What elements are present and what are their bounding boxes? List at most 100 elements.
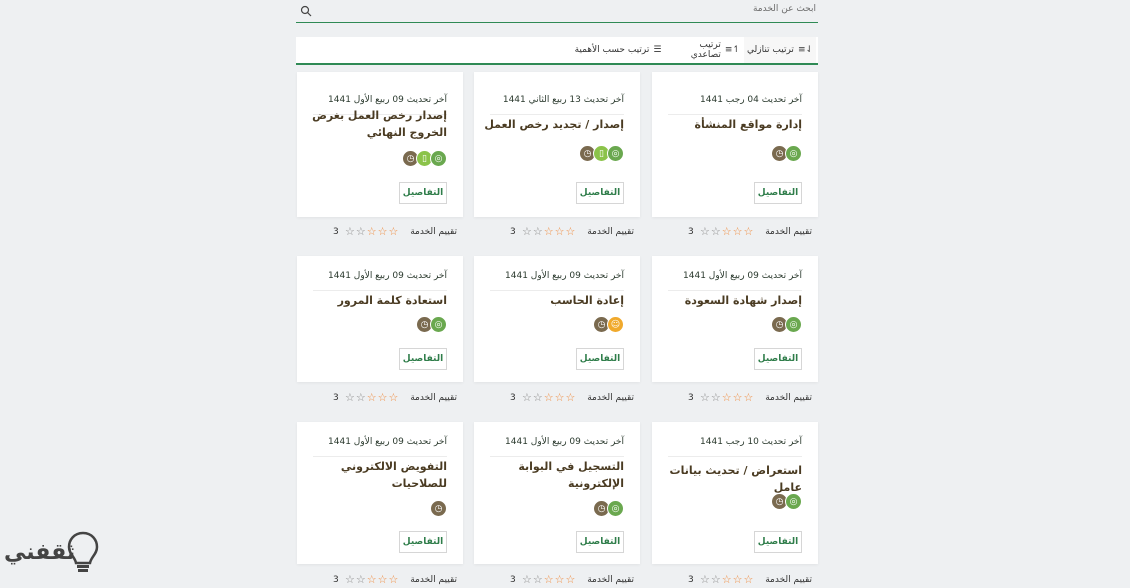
sort-descending-label: ترتيب تنازلي [746, 45, 794, 55]
rating-label: تقييم الخدمة [587, 575, 634, 585]
sort-bar: ⇃≡ ترتيب تنازلي ↿≡ ترتيب تصاعدي ☰ ترتيب … [296, 37, 818, 65]
web-icon: ◎ [607, 145, 624, 162]
details-button[interactable]: التفاصيل [576, 182, 624, 204]
list-icon: ☰ [653, 45, 662, 55]
channel-icons: ◎ ◷ [771, 493, 802, 511]
sort-descending-tab[interactable]: ⇃≡ ترتيب تنازلي [744, 37, 816, 65]
service-title: التفويض الالكتروني للصلاحيات [340, 460, 447, 490]
sort-ascending-tab[interactable]: ↿≡ ترتيب تصاعدي [670, 37, 740, 63]
sort-importance-tab[interactable]: ☰ ترتيب حسب الأهمية [568, 37, 668, 63]
service-rating: تقييم الخدمة ☆☆☆☆☆ 3 [297, 573, 463, 588]
divider [490, 290, 624, 291]
details-button[interactable]: التفاصيل [754, 531, 802, 553]
channel-icons: ◎ ◷ [416, 316, 447, 334]
rating-stars[interactable]: ☆☆☆☆☆ [522, 391, 576, 404]
search-bar[interactable]: ابحث عن الخدمة [296, 0, 818, 23]
details-button[interactable]: التفاصيل [754, 348, 802, 370]
user-icon: ☺ [607, 316, 624, 333]
service-title: التسجيل في البوابة الإلكترونية [518, 460, 624, 490]
divider [490, 456, 624, 457]
channel-icons: ◎ ◷ [771, 145, 802, 163]
rating-stars[interactable]: ☆☆☆☆☆ [345, 225, 399, 238]
service-rating: تقييم الخدمة ☆☆☆☆☆ 3 [652, 225, 818, 240]
logo-text: ثقفني [4, 540, 76, 565]
divider [668, 456, 802, 457]
sort-asc-icon: ↿≡ [724, 45, 740, 55]
channel-icons: ◎ ▯ ◷ [579, 145, 624, 163]
details-button[interactable]: التفاصيل [399, 348, 447, 370]
rating-label: تقييم الخدمة [587, 393, 634, 403]
service-rating: تقييم الخدمة ☆☆☆☆☆ 3 [474, 573, 640, 588]
rating-label: تقييم الخدمة [587, 227, 634, 237]
sort-importance-label: ترتيب حسب الأهمية [574, 45, 650, 55]
last-updated: آخر تحديث 09 ربيع الأول 1441 [505, 271, 624, 281]
service-card: آخر تحديث 09 ربيع الأول 1441 إعادة الحاس… [474, 256, 640, 382]
site-logo: ثقفني [4, 528, 100, 578]
rating-stars[interactable]: ☆☆☆☆☆ [700, 391, 754, 404]
rating-label: تقييم الخدمة [410, 575, 457, 585]
service-rating: تقييم الخدمة ☆☆☆☆☆ 3 [297, 225, 463, 240]
service-title: إصدار رخص العمل بغرض الخروج النهائي [312, 109, 447, 139]
details-button[interactable]: التفاصيل [399, 531, 447, 553]
divider [313, 456, 447, 457]
service-rating: تقييم الخدمة ☆☆☆☆☆ 3 [474, 225, 640, 240]
service-card: آخر تحديث 09 ربيع الأول 1441 إصدار شهادة… [652, 256, 818, 382]
service-title: إصدار شهادة السعودة [684, 294, 802, 307]
details-button[interactable]: التفاصيل [576, 531, 624, 553]
rating-value: 3 [333, 575, 339, 585]
channel-icons: ☺ ◷ [593, 316, 624, 334]
rating-label: تقييم الخدمة [410, 227, 457, 237]
rating-label: تقييم الخدمة [765, 393, 812, 403]
lightbulb-icon [67, 531, 99, 572]
details-button[interactable]: التفاصيل [399, 182, 447, 204]
channel-icons: ◎ ▯ ◷ [402, 150, 447, 168]
web-icon: ◎ [785, 145, 802, 162]
last-updated: آخر تحديث 04 رجب 1441 [700, 95, 802, 105]
rating-stars[interactable]: ☆☆☆☆☆ [345, 391, 399, 404]
service-card: آخر تحديث 09 ربيع الأول 1441 التفويض الا… [297, 422, 463, 564]
sort-desc-icon: ⇃≡ [797, 45, 814, 55]
rating-value: 3 [688, 575, 694, 585]
details-button[interactable]: التفاصيل [576, 348, 624, 370]
channel-icons: ◷ [430, 500, 447, 518]
rating-label: تقييم الخدمة [410, 393, 457, 403]
service-card: آخر تحديث 09 ربيع الأول 1441 إصدار رخص ا… [297, 72, 463, 217]
search-input[interactable]: ابحث عن الخدمة [753, 4, 816, 14]
rating-stars[interactable]: ☆☆☆☆☆ [522, 225, 576, 238]
web-icon: ◎ [785, 316, 802, 333]
sort-ascending-label: ترتيب تصاعدي [690, 40, 721, 60]
divider [490, 114, 624, 115]
rating-value: 3 [510, 227, 516, 237]
rating-value: 3 [510, 393, 516, 403]
channel-icons: ◎ ◷ [593, 500, 624, 518]
rating-stars[interactable]: ☆☆☆☆☆ [700, 225, 754, 238]
service-card: آخر تحديث 13 ربيع الثاني 1441 إصدار / تج… [474, 72, 640, 217]
rating-label: تقييم الخدمة [765, 227, 812, 237]
service-rating: تقييم الخدمة ☆☆☆☆☆ 3 [652, 391, 818, 406]
search-icon[interactable] [300, 5, 312, 17]
last-updated: آخر تحديث 09 ربيع الأول 1441 [328, 271, 447, 281]
service-rating: تقييم الخدمة ☆☆☆☆☆ 3 [652, 573, 818, 588]
last-updated: آخر تحديث 10 رجب 1441 [700, 437, 802, 447]
divider [668, 114, 802, 115]
last-updated: آخر تحديث 09 ربيع الأول 1441 [683, 271, 802, 281]
rating-value: 3 [688, 393, 694, 403]
service-title: إدارة مواقع المنشأة [694, 118, 802, 131]
clock-icon: ◷ [430, 500, 447, 517]
service-card: آخر تحديث 09 ربيع الأول 1441 استعادة كلم… [297, 256, 463, 382]
service-title: استعراض / تحديث بيانات عامل [669, 464, 802, 494]
last-updated: آخر تحديث 13 ربيع الثاني 1441 [502, 95, 624, 105]
service-card: آخر تحديث 09 ربيع الأول 1441 التسجيل في … [474, 422, 640, 564]
web-icon: ◎ [785, 493, 802, 510]
web-icon: ◎ [430, 316, 447, 333]
channel-icons: ◎ ◷ [771, 316, 802, 334]
service-title: إصدار / تجديد رخص العمل [484, 118, 624, 131]
service-title: استعادة كلمة المرور [337, 294, 447, 307]
rating-value: 3 [510, 575, 516, 585]
divider [313, 290, 447, 291]
rating-label: تقييم الخدمة [765, 575, 812, 585]
service-rating: تقييم الخدمة ☆☆☆☆☆ 3 [297, 391, 463, 406]
last-updated: آخر تحديث 09 ربيع الأول 1441 [328, 95, 447, 105]
web-icon: ◎ [430, 150, 447, 167]
details-button[interactable]: التفاصيل [754, 182, 802, 204]
